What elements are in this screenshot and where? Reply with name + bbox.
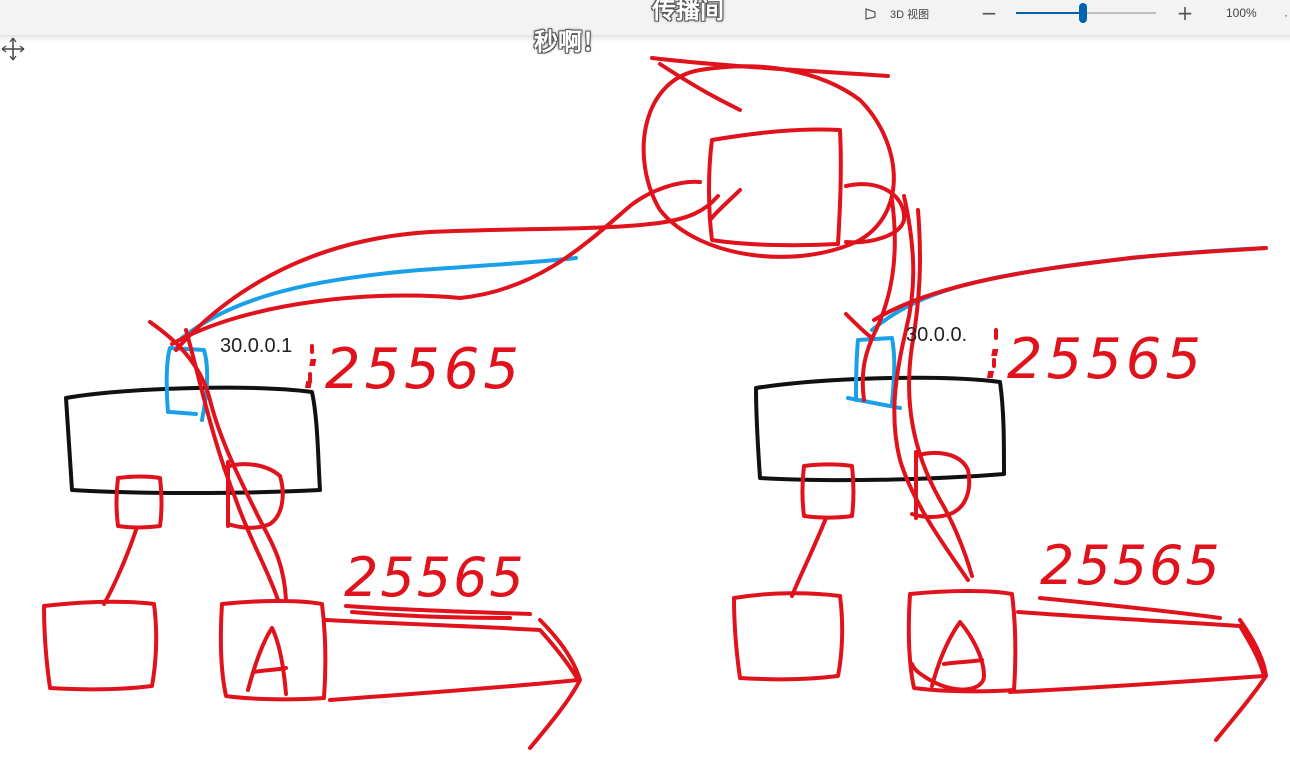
zoom-value: 100% bbox=[1226, 6, 1257, 20]
toolbar-overflow-glyph: · bbox=[1284, 8, 1288, 22]
zoom-slider[interactable] bbox=[1016, 3, 1156, 23]
right-arrow bbox=[1008, 610, 1268, 742]
right-wire-ext bbox=[872, 246, 1268, 322]
left-handwritten-port: :25565 bbox=[302, 337, 523, 402]
right-handwritten-port: :25565 bbox=[984, 327, 1205, 392]
subtitle-main: 秒啊！ bbox=[534, 28, 606, 56]
zoom-in-button[interactable]: + bbox=[1174, 2, 1196, 24]
left-host-1 bbox=[42, 599, 159, 692]
left-host-A bbox=[218, 599, 328, 702]
zoom-slider-thumb[interactable] bbox=[1079, 3, 1088, 23]
drawing-canvas[interactable]: :25565 :25565 25565 25565 30.0.0.1 30.0.… bbox=[0, 36, 1290, 766]
right-port-1 bbox=[800, 462, 856, 520]
view-3d-button[interactable]: 3D 视图 bbox=[864, 4, 929, 24]
left-arrow bbox=[324, 618, 582, 750]
network-sketch: :25565 :25565 25565 25565 bbox=[42, 56, 1268, 750]
top-server-box bbox=[707, 127, 843, 248]
move-cursor-icon bbox=[1, 37, 25, 61]
right-host-1 bbox=[732, 591, 845, 682]
zoom-slider-fill bbox=[1016, 12, 1084, 14]
view-3d-label: 3D 视图 bbox=[890, 9, 930, 21]
top-toolbar: 3D 视图 − + 100% · bbox=[0, 0, 1290, 36]
left-wire-a bbox=[174, 194, 720, 352]
left-wire-b bbox=[170, 179, 702, 346]
left-ip-label: 30.0.0.1 bbox=[220, 335, 293, 357]
zoom-out-button[interactable]: − bbox=[978, 2, 1000, 24]
top-server-circle bbox=[641, 64, 896, 259]
view-3d-icon bbox=[865, 8, 876, 20]
left-wire-c bbox=[148, 320, 288, 602]
paint-app-window: 3D 视图 − + 100% ·:25565:25565 25565 255… bbox=[0, 0, 1290, 766]
right-ip-label: 30.0.0. bbox=[906, 324, 968, 346]
right-bottom-port: 25565 bbox=[1040, 534, 1222, 597]
left-bottom-port: 25565 bbox=[344, 546, 526, 609]
left-port-1 bbox=[114, 474, 164, 530]
right-wire-a bbox=[892, 194, 970, 582]
subtitle-top: 传播间 bbox=[652, 0, 724, 24]
